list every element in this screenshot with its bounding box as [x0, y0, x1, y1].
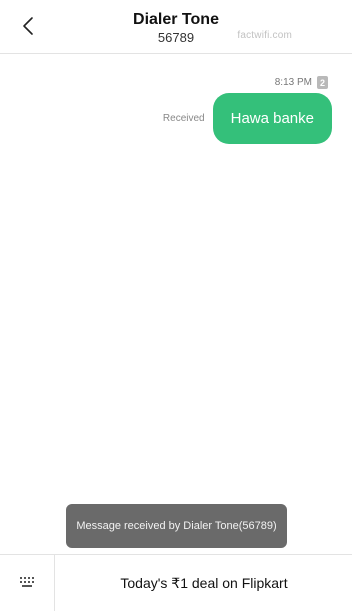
- sim-badge: 2: [317, 76, 328, 89]
- flipkart-deal-link[interactable]: Today's ₹1 deal on Flipkart: [56, 555, 352, 611]
- message-bubble[interactable]: Hawa banke: [212, 93, 332, 144]
- message-time: 8:13 PM: [274, 77, 312, 88]
- conversation-title-block: Dialer Tone 56789: [0, 10, 352, 46]
- contact-name: Dialer Tone: [133, 11, 219, 28]
- toast-notification: Message received by Dialer Tone(56789): [66, 504, 287, 548]
- message-status: Received: [162, 113, 205, 124]
- message-meta: 8:13 PM 2: [275, 76, 328, 89]
- watermark: factwifi.com: [237, 30, 292, 41]
- keypad-button[interactable]: [0, 555, 55, 611]
- keypad-icon: [20, 574, 34, 592]
- message-row: Received Hawa banke: [163, 93, 332, 144]
- header: Dialer Tone 56789 factwifi.com: [0, 0, 352, 54]
- contact-number: 56789: [157, 30, 195, 45]
- bottom-bar: Today's ₹1 deal on Flipkart: [0, 554, 352, 611]
